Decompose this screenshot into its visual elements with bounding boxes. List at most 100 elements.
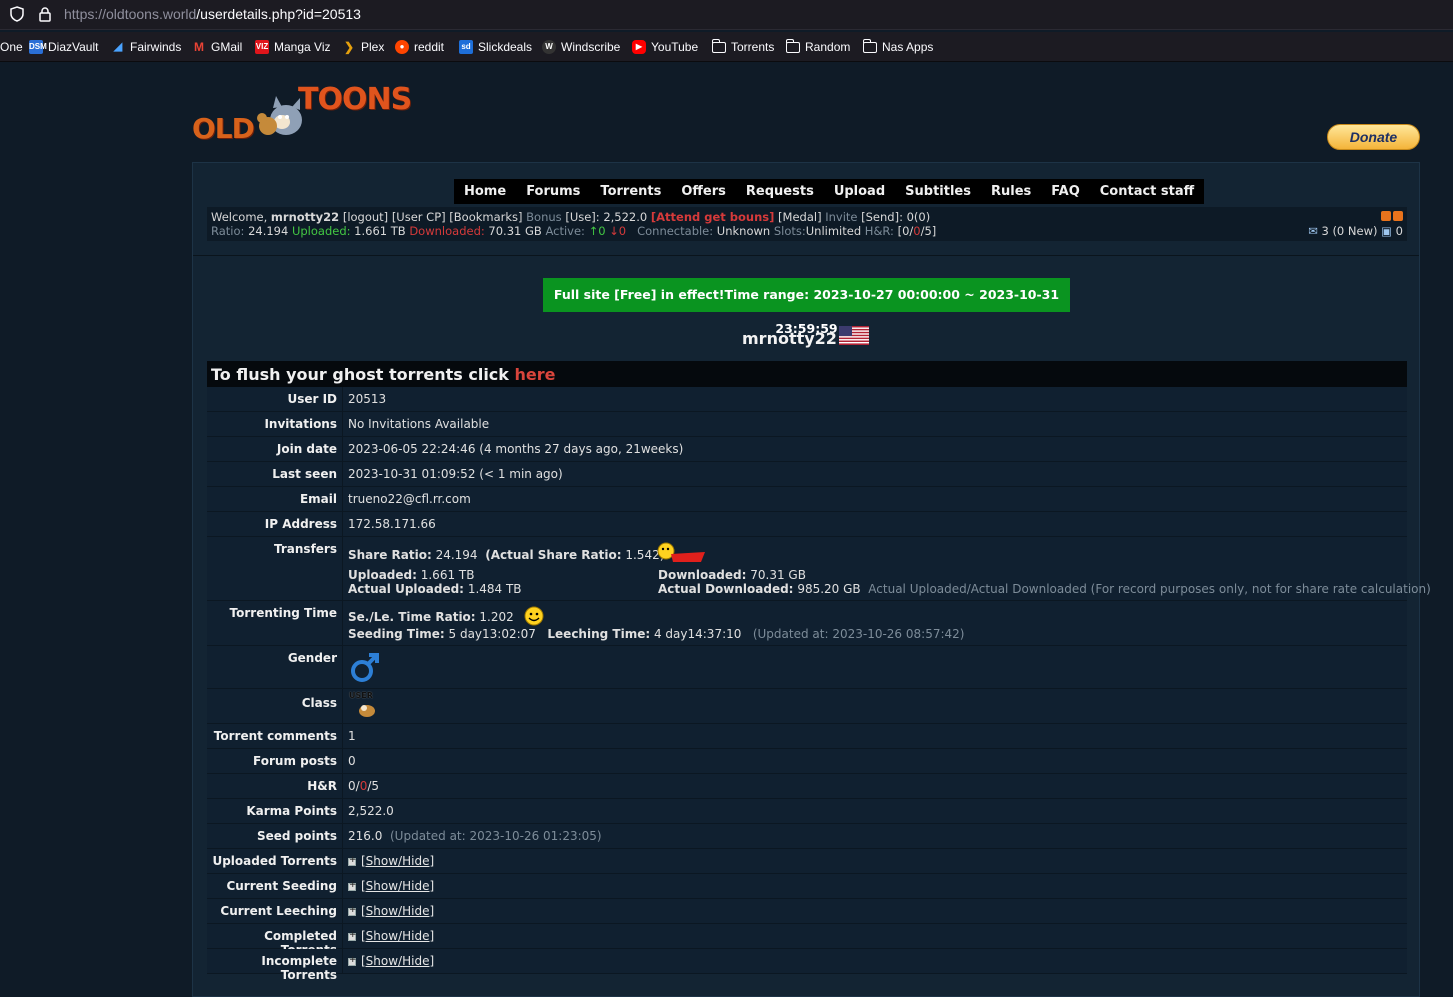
shield-icon[interactable] [9, 6, 25, 22]
bookmark-fairwinds[interactable]: ◢ Fairwinds [111, 40, 182, 54]
viz-icon: VIZ [255, 40, 269, 54]
ratio-smiley-icon [657, 542, 705, 562]
expand-icon[interactable] [348, 905, 357, 916]
address-bar[interactable]: https://oldtoons.world/userdetails.php?i… [0, 0, 1453, 30]
nav-subtitles[interactable]: Subtitles [895, 179, 981, 204]
slickdeals-icon: sd [459, 40, 473, 54]
nav-forums[interactable]: Forums [516, 179, 590, 204]
expand-icon[interactable] [348, 930, 357, 941]
info-line-1: Welcome, mrnotty22 [logout] [User CP] [B… [211, 210, 1403, 224]
bookmark-diazvault[interactable]: DSM DiazVault [29, 40, 98, 54]
flush-here-link[interactable]: here [515, 365, 556, 384]
rss-feed-icon[interactable] [1393, 211, 1403, 221]
hr-value[interactable]: 0/0/5 [343, 774, 1407, 798]
hr-value-a[interactable]: [0/ [898, 224, 914, 238]
row-label: Join date [207, 437, 343, 461]
uploaded-label: Uploaded: [348, 568, 417, 582]
hr-value-c[interactable]: /5] [921, 224, 937, 238]
bookmarks-toolbar: One DSM DiazVault ◢ Fairwinds M GMail VIZ Ma… [0, 32, 1453, 62]
bookmark-plex[interactable]: ❯ Plex [342, 40, 384, 54]
row-label: Uploaded Torrents [207, 849, 343, 873]
username-link[interactable]: mrnotty22 [271, 210, 339, 224]
donate-button[interactable]: Donate [1327, 124, 1420, 150]
user-info-bar: Welcome, mrnotty22 [logout] [User CP] [B… [207, 207, 1407, 241]
row-label: Gender [207, 646, 343, 688]
mail-icon[interactable]: ✉ [1308, 224, 1318, 238]
table-row: Forum posts 0 [207, 749, 1407, 774]
nav-rules[interactable]: Rules [981, 179, 1041, 204]
nav-upload[interactable]: Upload [824, 179, 895, 204]
downloaded-label: Downloaded: [658, 568, 747, 582]
logo-toons-text: TOONS [298, 82, 412, 117]
nav-faq[interactable]: FAQ [1041, 179, 1090, 204]
nav-offers[interactable]: Offers [671, 179, 736, 204]
bookmark-torrents[interactable]: Torrents [711, 38, 774, 54]
account-links[interactable]: [logout] [User CP] [Bookmarks] [343, 210, 523, 224]
messages-count[interactable]: 3 (0 New) [1321, 224, 1377, 238]
bookmark-label: Manga Viz [274, 40, 331, 54]
folder-icon [862, 38, 877, 53]
torrent-comments-value[interactable]: 1 [343, 724, 1407, 748]
bookmark-gmail[interactable]: M GMail [192, 40, 242, 54]
show-hide-link[interactable]: [Show/Hide] [361, 904, 434, 918]
friends-icon[interactable]: ▣ [1381, 224, 1392, 238]
show-hide-link[interactable]: [Show/Hide] [361, 879, 434, 893]
bookmark-label: DiazVault [48, 40, 99, 54]
torrenting-updated: (Updated at: 2023-10-26 08:57:42) [752, 627, 965, 641]
youtube-icon: ▶ [632, 40, 646, 54]
invite-value[interactable]: [Send]: 0(0) [861, 210, 930, 224]
table-row: Incomplete Torrents [Show/Hide] [207, 949, 1407, 982]
bookmark-one[interactable]: One [0, 40, 23, 54]
bonus-value[interactable]: [Use]: 2,522.0 [565, 210, 647, 224]
time-ratio-value: 1.202 [479, 610, 514, 624]
user-id-value: 20513 [348, 392, 387, 406]
bookmark-label: GMail [211, 40, 243, 54]
gender-value [343, 646, 1407, 688]
lock-icon[interactable] [37, 6, 53, 22]
flush-text: To flush your ghost torrents click [211, 365, 515, 384]
url-text[interactable]: https://oldtoons.world/userdetails.php?i… [64, 6, 361, 22]
expand-icon[interactable] [348, 855, 357, 866]
expand-icon[interactable] [348, 955, 357, 966]
windscribe-icon: W [542, 40, 556, 54]
completed-torrents-toggle: [Show/Hide] [343, 924, 1407, 948]
nav-requests[interactable]: Requests [736, 179, 824, 204]
row-label: IP Address [207, 512, 343, 536]
bookmark-slickdeals[interactable]: sd Slickdeals [459, 40, 532, 54]
bookmark-windscribe[interactable]: W Windscribe [542, 40, 620, 54]
email-value[interactable]: trueno22@cfl.rr.com [343, 487, 1407, 511]
main-nav: Home Forums Torrents Offers Requests Upl… [454, 179, 1205, 204]
show-hide-link[interactable]: [Show/Hide] [361, 929, 434, 943]
freeleech-banner: Full site [Free] in effect!Time range: 2… [543, 278, 1070, 336]
bookmark-label: Slickdeals [478, 40, 533, 54]
bookmark-youtube[interactable]: ▶ YouTube [632, 40, 698, 54]
bookmark-reddit[interactable]: ● reddit [395, 40, 444, 54]
bookmark-random[interactable]: Random [785, 38, 850, 54]
bonus-label: Bonus [526, 210, 562, 224]
site-logo[interactable]: OLD TOONS [192, 82, 412, 145]
nav-torrents[interactable]: Torrents [590, 179, 671, 204]
bookmark-label: One [0, 40, 23, 54]
bookmark-manga-viz[interactable]: VIZ Manga Viz [255, 40, 330, 54]
user-details-table: To flush your ghost torrents click here … [207, 361, 1431, 982]
active-up: ↑0 [588, 224, 606, 238]
show-hide-link[interactable]: [Show/Hide] [361, 954, 434, 968]
attend-link[interactable]: [Attend get bouns] [651, 210, 775, 224]
medal-link[interactable]: [Medal] [778, 210, 822, 224]
hr-value-b[interactable]: 0 [913, 224, 920, 238]
row-label: Email [207, 487, 343, 511]
table-row: Torrent comments 1 [207, 724, 1407, 749]
seed-points-updated: (Updated at: 2023-10-26 01:23:05) [390, 829, 602, 843]
expand-icon[interactable] [348, 880, 357, 891]
torrenting-time-value: Se./Le. Time Ratio: 1.202 Seeding Time: … [343, 601, 1407, 645]
friends-count[interactable]: 0 [1396, 224, 1403, 238]
bookmark-nas-apps[interactable]: Nas Apps [862, 38, 933, 54]
nav-home[interactable]: Home [454, 179, 516, 204]
leeching-time-value: 4 day14:37:10 [653, 627, 742, 641]
bookmark-label: Fairwinds [130, 40, 182, 54]
rss-icon[interactable] [1381, 211, 1391, 221]
show-hide-link[interactable]: [Show/Hide] [361, 854, 434, 868]
nav-contact-staff[interactable]: Contact staff [1090, 179, 1204, 204]
folder-icon [785, 38, 800, 53]
table-row: Transfers Share Ratio: 24.194 (Actual Sh… [207, 537, 1431, 601]
